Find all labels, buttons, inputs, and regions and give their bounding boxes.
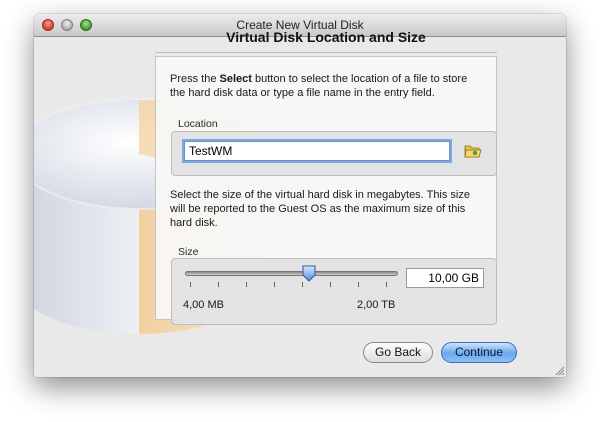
location-input[interactable] bbox=[182, 139, 452, 163]
location-description: Press the Select button to select the lo… bbox=[170, 72, 485, 100]
size-slider-thumb[interactable] bbox=[301, 265, 317, 282]
go-back-button[interactable]: Go Back bbox=[363, 342, 433, 363]
size-value-input[interactable] bbox=[406, 268, 484, 288]
slider-tick bbox=[302, 282, 303, 287]
size-max-label: 2,00 TB bbox=[357, 299, 396, 311]
location-group-label: Location bbox=[178, 118, 218, 130]
location-description-bold: Select bbox=[219, 73, 252, 85]
slider-tick bbox=[330, 282, 331, 287]
slider-tick bbox=[274, 282, 275, 287]
size-group-label: Size bbox=[178, 246, 199, 258]
page-heading: Virtual Disk Location and Size bbox=[226, 29, 426, 45]
folder-open-icon[interactable] bbox=[464, 143, 482, 159]
slider-tick bbox=[386, 282, 387, 287]
heading-divider bbox=[155, 52, 497, 53]
slider-tick bbox=[190, 282, 191, 287]
size-description: Select the size of the virtual hard disk… bbox=[170, 189, 470, 229]
continue-button[interactable]: Continue bbox=[441, 342, 517, 363]
slider-tick bbox=[218, 282, 219, 287]
slider-tick bbox=[246, 282, 247, 287]
location-description-prefix: Press the bbox=[170, 73, 220, 85]
size-slider-track[interactable] bbox=[185, 271, 398, 276]
size-min-label: 4,00 MB bbox=[183, 299, 224, 311]
slider-tick bbox=[358, 282, 359, 287]
resize-grip-icon[interactable] bbox=[555, 366, 565, 376]
